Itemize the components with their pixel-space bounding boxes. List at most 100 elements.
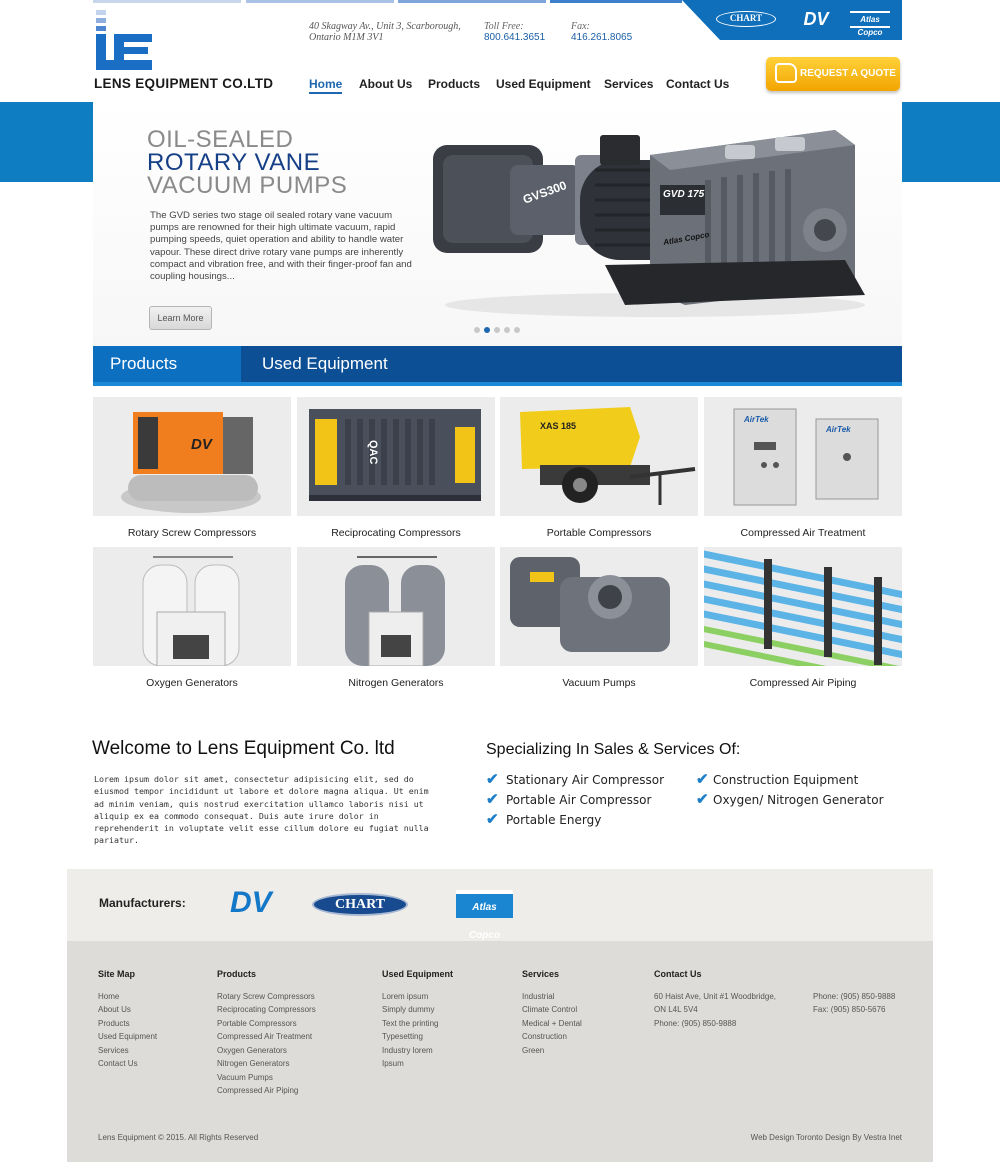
footer-link[interactable]: Lorem ipsum [382,992,428,1001]
specializing-item: Construction Equipment [713,773,859,787]
hero-description: The GVD series two stage oil sealed rota… [150,210,412,283]
nav-used-equipment[interactable]: Used Equipment [496,77,591,91]
footer-link[interactable]: Rotary Screw Compressors [217,992,315,1001]
slider-dot[interactable] [474,327,480,333]
chart-logo[interactable]: CHART [716,11,776,27]
footer-link[interactable]: Text the printing [382,1019,438,1028]
chart-manufacturer-logo[interactable]: CHART [312,893,408,916]
nav-home[interactable]: Home [309,77,343,94]
fax-label: Fax: [571,21,590,32]
footer-link[interactable]: Climate Control [522,1005,577,1014]
footer-link[interactable]: Industrial [522,992,554,1001]
footer-link[interactable]: Portable Compressors [217,1019,297,1028]
product-label[interactable]: Rotary Screw Compressors [93,527,291,539]
footer-link[interactable]: Home [98,992,119,1001]
atlas-copco-logo[interactable]: Atlas Copco [850,11,890,37]
vacuum-pump-image: GVS300 GVD 175 Atlas Copco [433,130,865,317]
gvd175-label: GVD 175 [663,189,705,200]
slider-dot-active[interactable] [484,327,490,333]
company-name: LENS EQUIPMENT CO.LTD [94,76,274,91]
footer-link[interactable]: Vacuum Pumps [217,1073,273,1082]
top-stripe [398,0,546,3]
footer-credit[interactable]: Web Design Toronto Design By Vestra Inet [751,1133,902,1142]
footer-copyright: Lens Equipment © 2015. All Rights Reserv… [98,1133,259,1142]
footer-link[interactable]: Medical + Dental [522,1019,582,1028]
footer-link[interactable]: Services [98,1046,129,1055]
nav-about-us[interactable]: About Us [359,77,412,91]
hero-side-band-right [902,102,1000,182]
xas-label: XAS 185 [540,421,576,431]
hero-side-band-left [0,102,93,182]
footer-link[interactable]: Products [98,1019,130,1028]
footer-contact-phone: Phone: (905) 850-9888 [654,1019,737,1028]
atlas-copco-manufacturer-logo[interactable]: Atlas Copco [456,890,513,941]
footer-link[interactable]: About Us [98,1005,131,1014]
welcome-text: Lorem ipsum dolor sit amet, consectetur … [94,774,429,846]
footer-link[interactable]: Oxygen Generators [217,1046,287,1055]
footer-link[interactable]: Simply dummy [382,1005,434,1014]
footer-sitemap-title: Site Map [98,969,136,979]
footer-link[interactable]: Compressed Air Treatment [217,1032,312,1041]
footer-link[interactable]: Nitrogen Generators [217,1059,289,1068]
tab-used-equipment[interactable]: Used Equipment [262,354,388,374]
checkmark-icon: ✔ [486,811,499,828]
footer-link[interactable]: Industry lorem [382,1046,433,1055]
footer-link[interactable]: Contact Us [98,1059,138,1068]
toll-free-label: Toll Free: [484,21,524,32]
footer [67,941,933,1162]
specializing-item: Oxygen/ Nitrogen Generator [713,793,884,807]
product-image-rotary-screw[interactable]: DV [93,397,291,516]
product-image-portable[interactable]: XAS 185 [500,397,698,516]
lens-logo-icon[interactable] [94,10,154,72]
airtek-label: AirTek [743,415,769,424]
footer-used-equipment-title: Used Equipment [382,969,454,979]
nav-products[interactable]: Products [428,77,480,91]
nav-services[interactable]: Services [604,77,653,91]
product-image-oxygen[interactable] [93,547,291,666]
slider-dot[interactable] [514,327,520,333]
footer-contact-address: ON L4L 5V4 [654,1005,698,1014]
product-label[interactable]: Reciprocating Compressors [297,527,495,539]
footer-link[interactable]: Used Equipment [98,1032,157,1041]
product-label[interactable]: Nitrogen Generators [297,677,495,689]
product-label[interactable]: Compressed Air Piping [704,677,902,689]
footer-link[interactable]: Typesetting [382,1032,423,1041]
footer-link[interactable]: Ipsum [382,1059,404,1068]
footer-services-title: Services [522,969,560,979]
footer-link[interactable]: Reciprocating Compressors [217,1005,316,1014]
footer-contact-fax: Fax: (905) 850-5676 [813,1005,886,1014]
footer-link[interactable]: Compressed Air Piping [217,1086,298,1095]
footer-link[interactable]: Green [522,1046,544,1055]
footer-products-title: Products [217,969,257,979]
checkmark-icon: ✔ [486,791,499,808]
checkmark-icon: ✔ [696,771,709,788]
specializing-item: Stationary Air Compressor [506,773,665,787]
specializing-item: Portable Air Compressor [506,793,652,807]
welcome-title: Welcome to Lens Equipment Co. ltd [92,738,395,759]
toll-free-number[interactable]: 800.641.3651 [484,32,545,43]
product-label[interactable]: Portable Compressors [500,527,698,539]
address: 40 Skagway Av., Unit 3, Scarborough, Ont… [309,21,461,43]
slider-dot[interactable] [494,327,500,333]
product-label[interactable]: Vacuum Pumps [500,677,698,689]
checkmark-icon: ✔ [696,791,709,808]
product-label[interactable]: Compressed Air Treatment [704,527,902,539]
footer-link[interactable]: Construction [522,1032,567,1041]
learn-more-button[interactable]: Learn More [149,306,212,330]
top-stripe [246,0,394,3]
dv-systems-logo[interactable]: DV [230,887,276,923]
product-image-reciprocating[interactable]: QAC [297,397,495,516]
product-image-vacuum[interactable] [500,547,698,666]
airtek-label: AirTek [825,425,851,434]
nav-contact-us[interactable]: Contact Us [666,77,729,91]
product-image-nitrogen[interactable] [297,547,495,666]
product-image-air-treatment[interactable]: AirTek AirTek [704,397,902,516]
top-stripe [93,0,241,3]
product-image-piping[interactable] [704,547,902,666]
slider-dot[interactable] [504,327,510,333]
product-label[interactable]: Oxygen Generators [93,677,291,689]
footer-contact-address: 60 Haist Ave, Unit #1 Woodbridge, [654,992,776,1001]
tab-products[interactable]: Products [110,354,177,374]
dv-logo[interactable]: DV [802,8,830,30]
fax-number: 416.261.8065 [571,32,633,43]
